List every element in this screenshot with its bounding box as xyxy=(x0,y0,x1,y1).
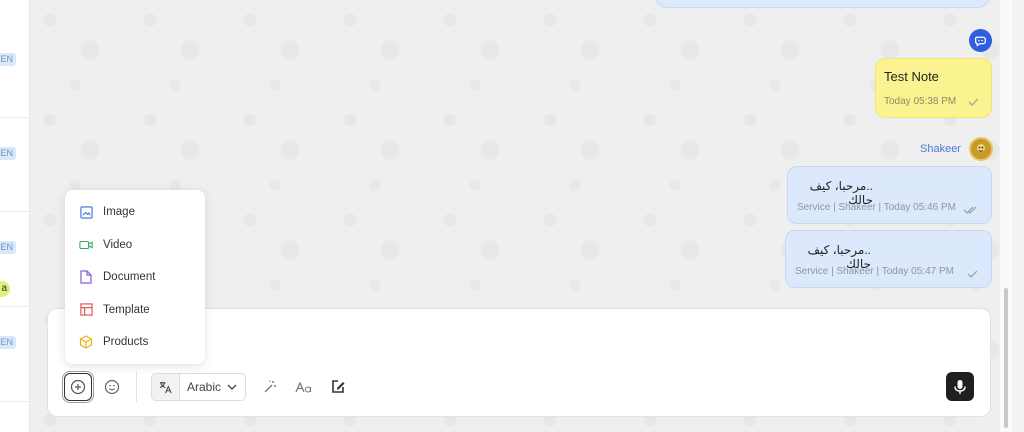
menu-item-products[interactable]: Products xyxy=(65,326,205,359)
avatar: a xyxy=(0,281,10,297)
language-badge: EN xyxy=(0,147,16,160)
ai-rewrite-button[interactable] xyxy=(256,373,284,401)
message-meta: Service | Shakeer | Today 05:47 PM xyxy=(795,266,954,277)
note-bubble: Test Note Today 05:38 PM xyxy=(875,58,992,118)
toolbar-divider xyxy=(136,372,137,402)
note-title: Test Note xyxy=(884,69,939,84)
menu-item-image[interactable]: Image xyxy=(65,196,205,229)
add-icon xyxy=(70,379,86,395)
menu-item-label: Template xyxy=(103,303,150,316)
previous-message-bubble xyxy=(655,0,990,8)
double-check-icon xyxy=(963,206,977,214)
menu-item-label: Products xyxy=(103,336,149,349)
text-format-icon xyxy=(295,381,312,393)
chatbot-icon xyxy=(969,29,992,52)
translate-language-selector[interactable]: Arabic xyxy=(151,373,247,401)
document-icon xyxy=(79,270,93,284)
signature-edit-icon xyxy=(332,380,345,393)
template-icon xyxy=(79,303,93,317)
menu-item-video[interactable]: Video xyxy=(65,229,205,262)
chevron-down-icon xyxy=(227,384,237,390)
language-dropdown[interactable]: Arabic xyxy=(180,380,245,394)
add-attachment-button[interactable] xyxy=(64,373,92,401)
menu-item-document[interactable]: Document xyxy=(65,261,205,294)
composer-toolbar: Arabic xyxy=(64,372,352,402)
conversation-item[interactable]: EN xyxy=(0,307,30,402)
microphone-icon xyxy=(954,379,966,394)
menu-item-label: Video xyxy=(103,238,133,251)
sender-avatar xyxy=(969,137,993,161)
image-icon xyxy=(79,205,93,219)
emoji-button[interactable] xyxy=(98,373,126,401)
message-bubble: ..مرحبا، كيف حالك Service | Shakeer | To… xyxy=(787,166,992,224)
video-icon xyxy=(79,238,93,252)
conversation-list: EN EN EN a EN xyxy=(0,0,30,432)
menu-item-template[interactable]: Template xyxy=(65,294,205,327)
conversation-item[interactable]: EN xyxy=(0,0,30,118)
language-label: Arabic xyxy=(187,380,222,394)
sender-name: Shakeer xyxy=(920,143,961,155)
language-badge: EN xyxy=(0,241,16,254)
attachment-menu: Image Video Document Template Products xyxy=(65,190,205,364)
voice-record-button[interactable] xyxy=(946,372,974,401)
check-icon xyxy=(968,98,979,106)
check-icon xyxy=(967,270,978,278)
conversation-item[interactable]: EN xyxy=(0,118,30,212)
menu-item-label: Image xyxy=(103,206,135,219)
signature-button[interactable] xyxy=(324,373,352,401)
text-format-button[interactable] xyxy=(290,373,318,401)
scrollbar[interactable] xyxy=(1000,0,1012,432)
message-meta: Service | Shakeer | Today 05:46 PM xyxy=(797,202,956,213)
language-badge: EN xyxy=(0,53,16,66)
emoji-icon xyxy=(104,379,120,395)
language-badge: EN xyxy=(0,336,16,349)
menu-item-label: Document xyxy=(103,271,156,284)
message-bubble: ..مرحبا، كيف حالك Service | Shakeer | To… xyxy=(785,230,992,288)
conversation-item[interactable]: EN a xyxy=(0,212,30,307)
products-icon xyxy=(79,335,93,349)
note-time: Today 05:38 PM xyxy=(884,96,957,107)
scrollbar-thumb[interactable] xyxy=(1004,288,1008,428)
note-meta: Today 05:38 PM xyxy=(884,96,979,107)
magic-wand-icon xyxy=(264,380,277,393)
translate-icon xyxy=(152,374,180,400)
